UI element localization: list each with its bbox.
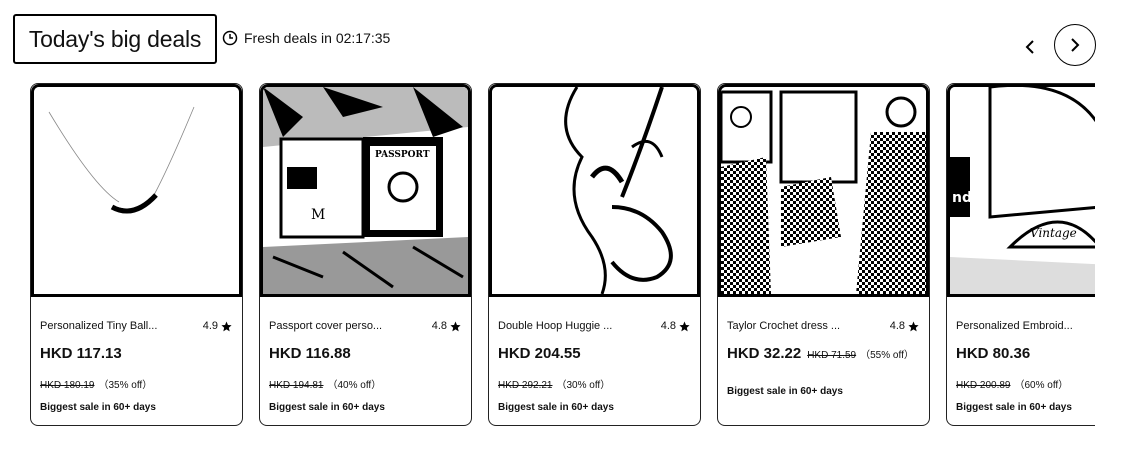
svg-text:nd: nd xyxy=(952,190,972,206)
product-card[interactable]: Taylor Crochet dress ... 4.8 HKD 32.22 H… xyxy=(717,83,930,426)
svg-text:PASSPORT: PASSPORT xyxy=(375,150,430,160)
svg-text:M: M xyxy=(311,207,325,223)
product-image[interactable] xyxy=(489,84,700,297)
original-price-row: HKD 200.89 （60% off） xyxy=(956,376,1068,391)
product-card[interactable]: Double Hoop Huggie ... 4.8 HKD 204.55 HK… xyxy=(488,83,701,426)
passport-cover-image: M PASSPORT xyxy=(263,87,468,294)
original-price-row: HKD 292.21 （30% off） xyxy=(498,376,610,391)
original-price: HKD 194.81 xyxy=(269,380,324,391)
deals-carousel: Personalized Tiny Ball... 4.9 HKD 117.13… xyxy=(0,83,1095,443)
product-image[interactable]: M PASSPORT xyxy=(260,84,471,297)
product-image[interactable] xyxy=(31,84,242,297)
fresh-deals-timer: Fresh deals in 02:17:35 xyxy=(222,30,390,46)
discount-label: （35% off） xyxy=(98,380,153,391)
price-row: HKD 32.22 HKD 71.59 （55% off） xyxy=(727,345,914,362)
product-rating: 4.8 xyxy=(661,320,690,332)
rating-value: 4.8 xyxy=(889,320,905,332)
svg-text:Vintage: Vintage xyxy=(1030,226,1077,240)
product-name[interactable]: Personalized Tiny Ball... xyxy=(40,320,180,332)
discount-label: （30% off） xyxy=(556,380,611,391)
product-rating: 4.9 xyxy=(203,320,232,332)
star-icon xyxy=(679,321,690,331)
sale-badge: Biggest sale in 60+ days xyxy=(269,402,385,413)
rating-value: 4.9 xyxy=(202,320,218,332)
hoop-earring-image xyxy=(492,87,697,294)
product-card[interactable]: Personalized Tiny Ball... 4.9 HKD 117.13… xyxy=(30,83,243,426)
product-price: HKD 80.36 xyxy=(956,345,1031,362)
original-price: HKD 180.19 xyxy=(40,380,95,391)
product-price: HKD 204.55 xyxy=(498,345,581,362)
product-name[interactable]: Double Hoop Huggie ... xyxy=(498,320,638,332)
product-price: HKD 116.88 xyxy=(269,345,351,362)
product-name[interactable]: Passport cover perso... xyxy=(269,320,409,332)
product-card[interactable]: nd Vintage Personalized Embroid... HKD 8… xyxy=(946,83,1095,426)
original-price-row: HKD 194.81 （40% off） xyxy=(269,376,381,391)
product-name[interactable]: Personalized Embroid... xyxy=(956,320,1095,332)
rating-value: 4.8 xyxy=(431,320,447,332)
clock-icon xyxy=(222,30,238,46)
discount-label: （60% off） xyxy=(1014,380,1069,391)
product-image[interactable] xyxy=(718,84,929,297)
product-rating: 4.8 xyxy=(432,320,461,332)
product-price: HKD 32.22 xyxy=(727,345,802,362)
carousel-prev-button[interactable] xyxy=(1017,34,1043,60)
rating-value: 4.8 xyxy=(660,320,676,332)
star-icon xyxy=(221,321,232,331)
product-name[interactable]: Taylor Crochet dress ... xyxy=(727,320,867,332)
original-price: HKD 292.21 xyxy=(498,380,553,391)
chevron-left-icon xyxy=(1025,40,1034,54)
sale-badge: Biggest sale in 60+ days xyxy=(727,386,843,397)
original-price-row: HKD 71.59 （55% off） xyxy=(807,346,914,361)
original-price: HKD 200.89 xyxy=(956,380,1011,391)
crochet-dress-image xyxy=(721,87,926,294)
original-price: HKD 71.59 xyxy=(807,350,857,361)
sale-badge: Biggest sale in 60+ days xyxy=(956,402,1072,413)
product-price: HKD 117.13 xyxy=(40,345,122,362)
fresh-deals-label: Fresh deals in 02:17:35 xyxy=(244,30,391,46)
original-price-row: HKD 180.19 （35% off） xyxy=(40,376,152,391)
sale-badge: Biggest sale in 60+ days xyxy=(40,402,156,413)
star-icon xyxy=(908,321,919,331)
sale-badge: Biggest sale in 60+ days xyxy=(498,402,614,413)
embroidered-cap-image: nd Vintage xyxy=(950,87,1095,294)
product-image[interactable]: nd Vintage xyxy=(947,84,1095,297)
chevron-right-icon xyxy=(1071,38,1080,52)
star-icon xyxy=(450,321,461,331)
discount-label: （55% off） xyxy=(860,350,914,361)
necklace-image xyxy=(34,87,239,294)
discount-label: （40% off） xyxy=(327,380,382,391)
carousel-next-button[interactable] xyxy=(1054,24,1096,66)
product-card[interactable]: M PASSPORT Passport cover perso... 4.8 H… xyxy=(259,83,472,426)
product-rating: 4.8 xyxy=(890,320,919,332)
section-title: Today's big deals xyxy=(13,14,217,64)
